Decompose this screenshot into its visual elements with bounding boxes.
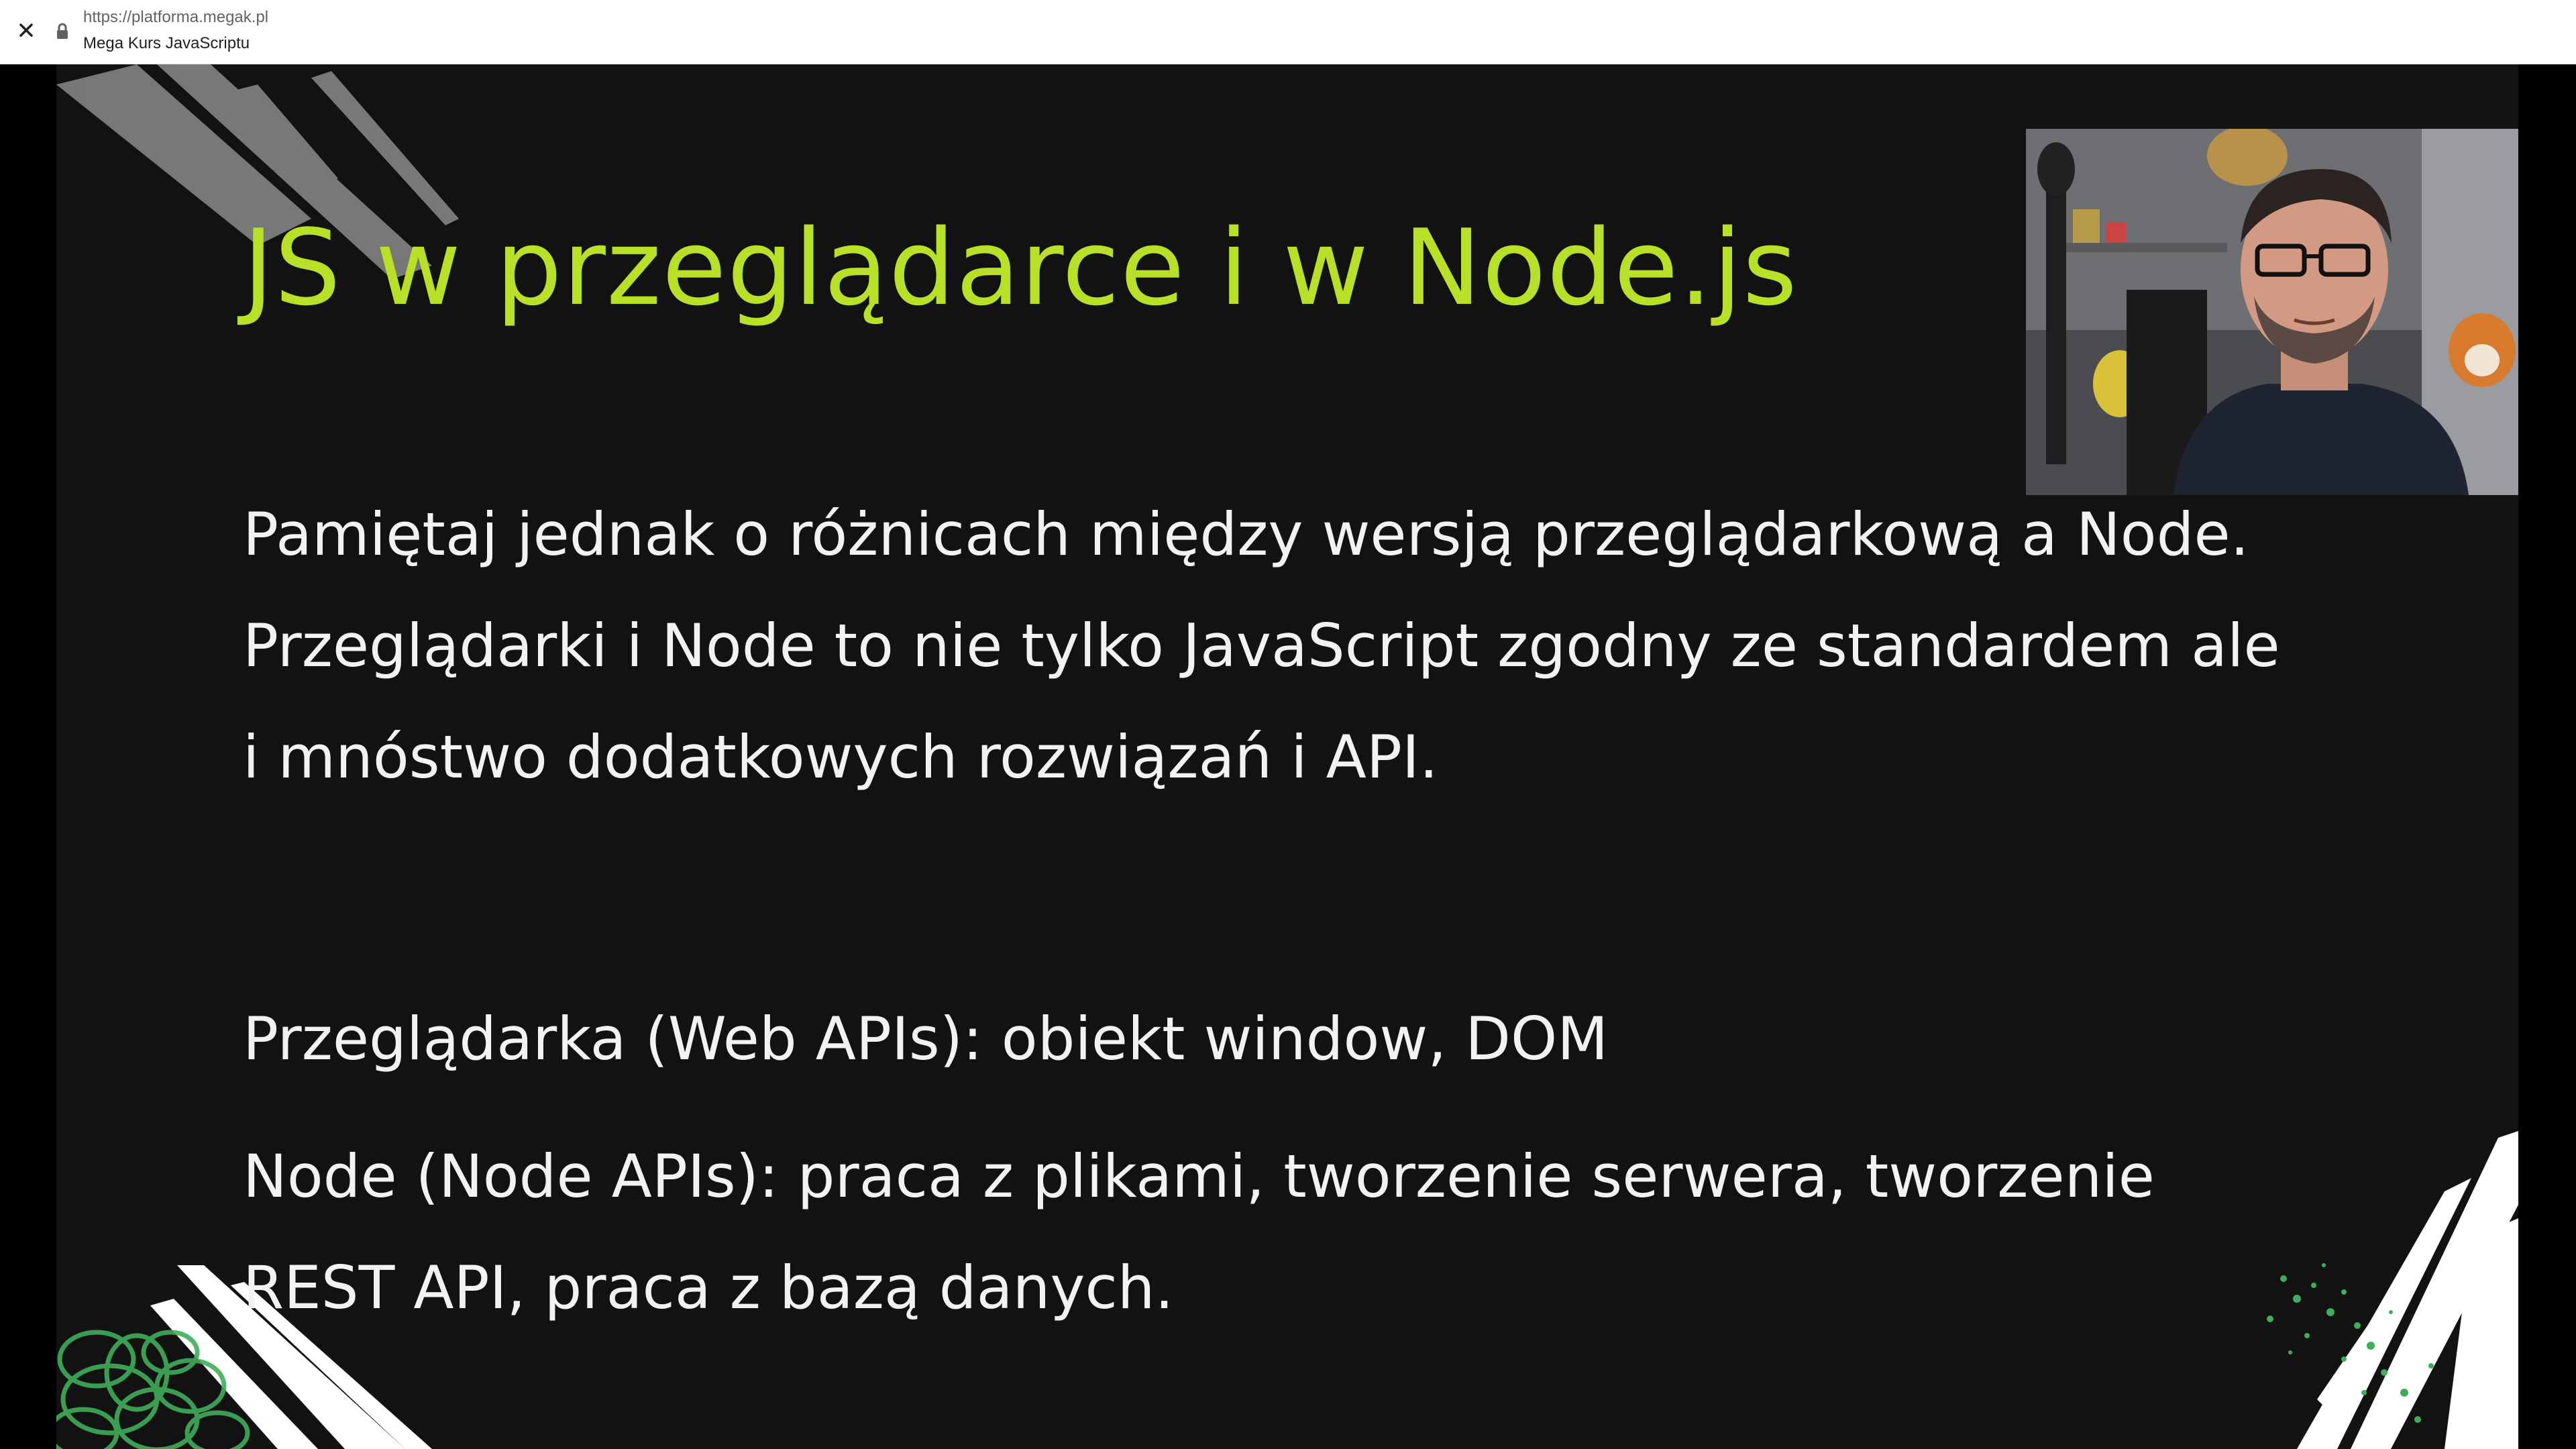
slide-title: JS w przeglądarce i w Node.js xyxy=(243,207,1798,329)
slide-paragraph-differences: Pamiętaj jednak o różnicach między wersj… xyxy=(243,500,2280,792)
top-bar: https://platforma.megak.pl Mega Kurs Jav… xyxy=(0,0,2576,64)
close-button[interactable] xyxy=(13,17,39,43)
video-player[interactable]: JS w przeglądarce i w Node.js Pamiętaj j… xyxy=(0,64,2576,1449)
webcam-overlay xyxy=(2026,129,2518,495)
page-title: Mega Kurs JavaScriptu xyxy=(83,34,250,52)
url-text: https://platforma.megak.pl xyxy=(83,8,269,26)
lock-icon xyxy=(57,23,68,39)
brush-strokes-bottom-right xyxy=(2297,1131,2518,1449)
slide-paragraph-browser-apis: Przeglądarka (Web APIs): obiekt window, … xyxy=(243,1004,1609,1073)
slide-paragraph-node-apis: Node (Node APIs): praca z plikami, tworz… xyxy=(243,1142,2155,1322)
webcam-image xyxy=(2026,129,2518,495)
close-icon xyxy=(19,23,33,37)
